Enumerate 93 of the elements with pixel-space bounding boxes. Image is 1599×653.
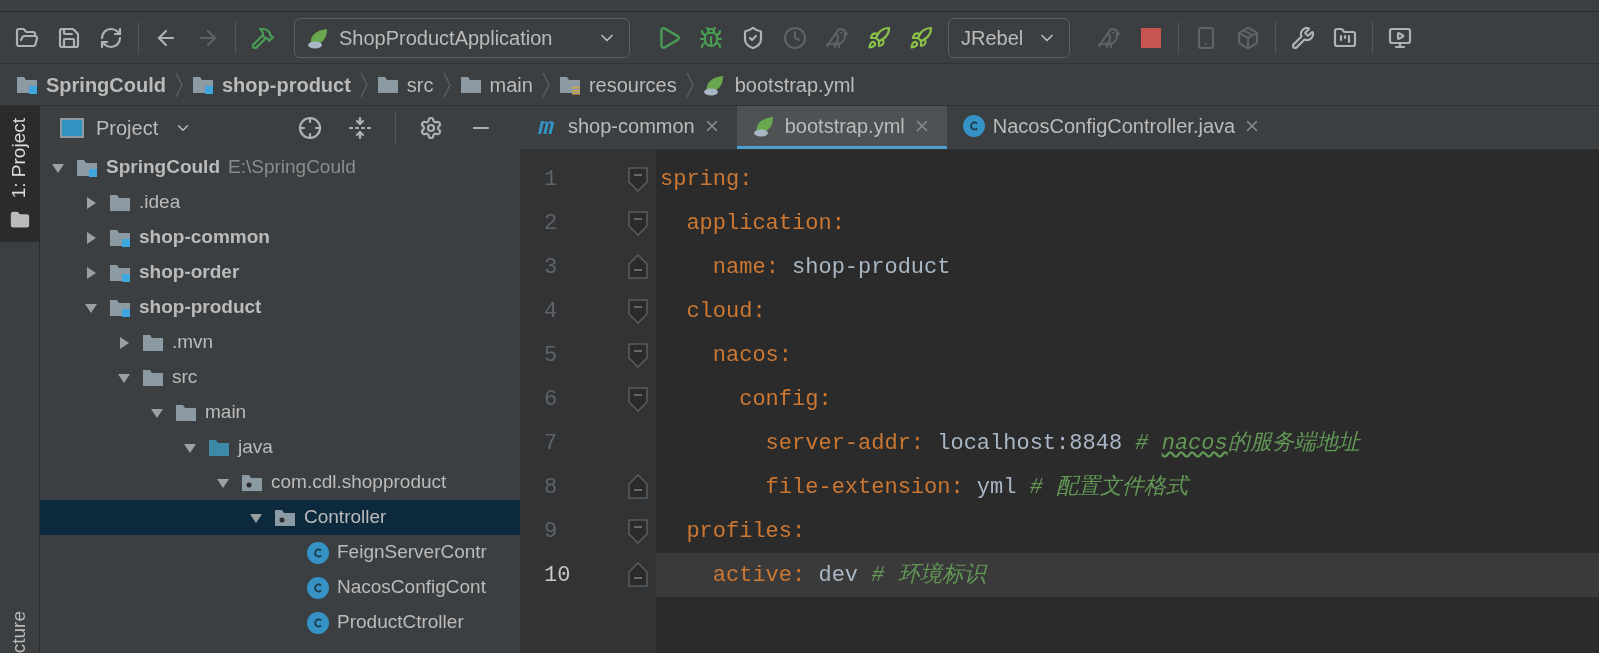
fold-marker-icon[interactable] [627,296,649,326]
code-line: cloud: [685,297,767,326]
module-folder-icon [76,157,98,178]
tree-item[interactable]: NacosConfigCont [40,570,520,605]
fold-marker-icon[interactable] [627,384,649,414]
fold-marker-icon[interactable] [627,472,649,502]
tree-label: ProductCtroller [337,610,464,635]
source-folder-icon [208,437,230,458]
collapsed-arrow-icon[interactable] [84,195,98,210]
fold-marker-icon[interactable] [627,164,649,194]
line-number: 10 [544,561,571,590]
folder-icon [175,402,197,423]
tree-label: shop-common [139,225,270,250]
tree-item[interactable]: shop-common [40,220,520,255]
tree-item[interactable]: SpringCould E:\SpringCould [40,150,520,185]
tree-item[interactable]: com.cdl.shopproduct [40,465,520,500]
tree-item[interactable]: shop-order [40,255,520,290]
tree-item[interactable]: FeignServerContr [40,535,520,570]
breadcrumb[interactable]: bootstrap.yml [702,69,855,100]
fold-marker-icon[interactable] [627,516,649,546]
tree-item[interactable]: Controller [40,500,520,535]
tree-label: java [238,435,273,460]
chevron-separator-icon [441,71,452,98]
tree-label: com.cdl.shopproduct [271,470,447,495]
class-icon [307,611,329,634]
fold-marker-icon[interactable] [627,252,649,282]
breadcrumb[interactable]: SpringCould [16,69,166,100]
window-icon [60,118,84,138]
module-folder-icon [109,227,131,248]
code-line: application: [685,209,846,238]
module-folder-icon [16,74,38,95]
tree-item[interactable]: shop-product [40,290,520,325]
code-line: config: [738,385,833,414]
breadcrumb[interactable]: shop-product [192,69,351,100]
class-icon [307,576,329,599]
chevron-separator-icon [174,71,184,98]
tree-label: shop-product [139,295,262,320]
fold-marker-icon[interactable] [627,560,649,590]
editor-tab[interactable]: NacosConfigController.java [946,106,1278,149]
collapsed-arrow-icon[interactable] [84,265,98,280]
tree-label: src [172,365,198,390]
breadcrumb[interactable]: src [376,69,434,100]
run-configuration-dropdown[interactable]: ShopProductApplication [294,17,630,58]
chevron-separator-icon [358,71,369,98]
resources-folder-icon [558,74,581,95]
tree-label: Controller [304,505,387,530]
folder-icon [9,210,30,231]
code-line: file-extension: yml # 配置文件格式 [764,473,1192,502]
jrebel-dropdown[interactable]: JRebel [948,17,1070,58]
folder-icon [376,74,399,95]
fold-marker-icon[interactable] [627,340,649,370]
breadcrumb[interactable]: main [459,69,533,100]
tree-label: NacosConfigCont [337,575,486,600]
project-view-dropdown[interactable]: Project [96,113,193,143]
code-line: spring: [659,165,754,194]
collapsed-arrow-icon[interactable] [84,230,98,245]
fold-marker-icon[interactable] [627,208,649,238]
module-folder-icon [109,297,131,318]
editor-tab[interactable]: bootstrap.yml [736,106,947,149]
folder-icon [142,367,164,388]
code-line: server-addr: localhost:8848 # nacos的服务端地址 [764,429,1362,458]
folder-icon [142,332,164,353]
tree-label: FeignServerContr [337,540,487,565]
code-line: name: shop-product [711,253,952,282]
tree-label: shop-order [139,260,240,285]
project-tool-tab[interactable]: 1: Project [0,106,39,243]
folder-icon [109,192,131,213]
module-folder-icon [192,74,214,95]
tree-label: .mvn [172,330,214,355]
tree-item[interactable]: .mvn [40,325,520,360]
class-icon [962,115,985,137]
tree-item[interactable]: ProductCtroller [40,605,520,640]
editor-tab[interactable]: shop-common [520,106,737,149]
module-folder-icon [109,262,131,283]
tree-item[interactable]: .idea [40,185,520,220]
tree-label: .idea [139,190,181,215]
tree-item[interactable]: main [40,395,520,430]
code-line: nacos: [711,341,794,370]
tree-item[interactable]: src [40,360,520,395]
tree-label: main [205,400,247,425]
tree-path: E:\SpringCould [228,155,356,180]
folder-icon [459,74,482,95]
collapsed-arrow-icon[interactable] [117,335,131,350]
tree-label: SpringCould [106,155,220,180]
breadcrumb[interactable]: resources [558,69,677,100]
chevron-separator-icon [540,71,551,98]
tree-item[interactable]: java [40,430,520,465]
code-line: profiles: [685,517,807,546]
package-folder-icon [274,507,296,528]
class-icon [307,541,329,564]
structure-tool-tab[interactable]: cture [0,610,39,653]
chevron-separator-icon [684,71,695,98]
package-folder-icon [241,472,263,493]
